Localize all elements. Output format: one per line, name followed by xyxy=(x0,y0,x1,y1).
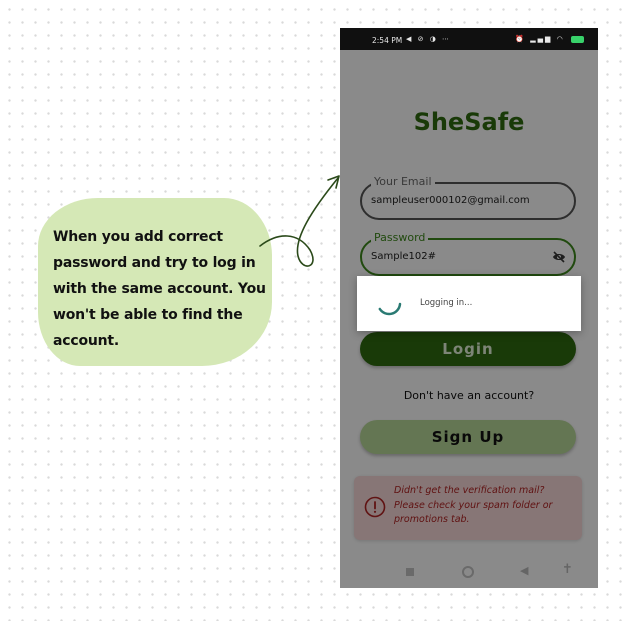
notification-icons: ◀ ⊘ ◑ ⋯ xyxy=(406,35,452,43)
spinner-icon xyxy=(378,302,402,316)
loading-dialog: Logging in... xyxy=(357,276,581,331)
wifi-icon: ◠ xyxy=(556,35,565,43)
phone-screen: 2:54 PM ◀ ⊘ ◑ ⋯ ⏰ ▂▄▆ ◠ SheSafe Your Ema… xyxy=(340,28,598,588)
annotation-line: won't be able to find the xyxy=(53,307,243,323)
system-status-icons: ⏰ ▂▄▆ ◠ xyxy=(515,35,584,43)
annotation-line: When you add correct xyxy=(53,229,223,245)
alarm-icon: ⏰ xyxy=(515,35,527,43)
status-bar: 2:54 PM ◀ ⊘ ◑ ⋯ ⏰ ▂▄▆ ◠ xyxy=(340,28,598,50)
annotation-line: password and try to log in xyxy=(53,255,256,271)
loading-message: Logging in... xyxy=(420,298,473,308)
status-time: 2:54 PM xyxy=(372,36,403,45)
battery-icon xyxy=(571,35,584,43)
arrow-annotation-icon xyxy=(259,175,340,267)
annotation-line: account. xyxy=(53,333,120,349)
signal-icon: ▂▄▆ xyxy=(530,35,553,43)
annotation-text: When you add correct password and try to… xyxy=(53,224,273,354)
annotation-line: with the same account. You xyxy=(53,281,266,297)
